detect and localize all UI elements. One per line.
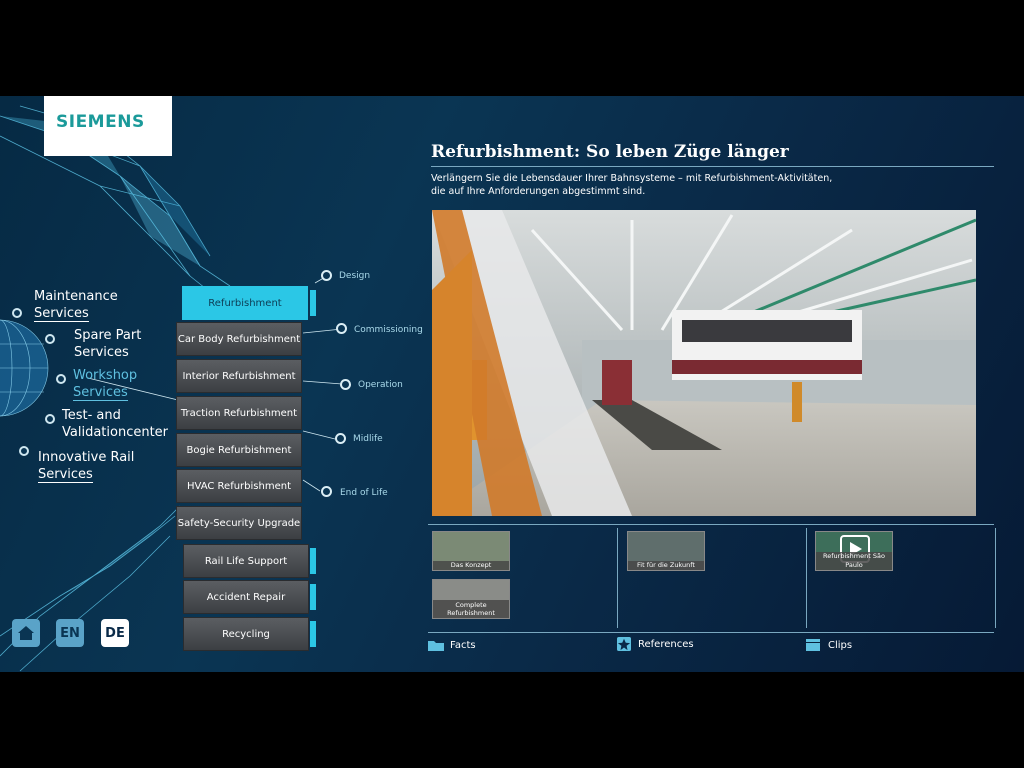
page-title: Refurbishment: So leben Züge länger (431, 142, 789, 162)
tab-clips[interactable]: Clips (806, 639, 852, 651)
service-dot-icon (19, 446, 29, 456)
star-icon (617, 637, 631, 651)
service-dot-icon (45, 414, 55, 424)
service-dot-icon (56, 374, 66, 384)
footer-divider (428, 632, 994, 633)
phase-dot-icon (321, 486, 332, 497)
workshop-photo (432, 210, 976, 516)
menu-recycling[interactable]: Recycling (183, 617, 309, 651)
tab-references[interactable]: References (616, 637, 694, 651)
phase-dot-icon (340, 379, 351, 390)
phase-dot-icon (335, 433, 346, 444)
service-label: Validationcenter (62, 425, 169, 440)
tab-label: Clips (828, 639, 853, 651)
phase-midlife[interactable]: Midlife (353, 434, 383, 444)
home-button[interactable] (12, 619, 40, 647)
service-label: Test- and (62, 408, 121, 423)
service-workshop[interactable]: Workshop Services (73, 367, 137, 401)
folder-icon (428, 641, 444, 651)
language-en-button[interactable]: EN (56, 619, 84, 647)
phase-design[interactable]: Design (339, 271, 370, 281)
service-test-validation[interactable]: Test- and Validationcenter (62, 407, 168, 441)
title-divider (431, 166, 994, 167)
subtitle-line: die auf Ihre Anforderungen abgestimmt si… (431, 186, 646, 197)
menu-hvac-refurbishment[interactable]: HVAC Refurbishment (176, 469, 302, 503)
phase-end-of-life[interactable]: End of Life (340, 488, 388, 498)
service-maintenance[interactable]: Maintenance Services (34, 288, 118, 322)
menu-tab-marker (310, 621, 316, 647)
service-label: Spare Part (74, 328, 142, 343)
phase-dot-icon (321, 270, 332, 281)
service-label: Maintenance (34, 289, 118, 304)
menu-car-body-refurbishment[interactable]: Car Body Refurbishment (176, 322, 302, 356)
menu-traction-refurbishment[interactable]: Traction Refurbishment (176, 396, 302, 430)
tab-label: References (638, 638, 694, 650)
app-stage: SIEMENS Maintenance Services Spare Part … (0, 96, 1024, 672)
thumb-fit-fuer-die-zukunft[interactable]: Fit für die Zukunft (627, 531, 705, 571)
service-label: Innovative Rail (38, 450, 135, 465)
menu-tab-marker (310, 548, 316, 574)
subtitle-line: Verlängern Sie die Lebensdauer Ihrer Bah… (431, 173, 833, 184)
service-spare-part[interactable]: Spare Part Services (74, 327, 141, 361)
menu-bogie-refurbishment[interactable]: Bogie Refurbishment (176, 433, 302, 467)
language-de-button[interactable]: DE (101, 619, 129, 647)
clapper-icon (806, 639, 820, 651)
home-icon (18, 626, 34, 640)
column-divider (995, 528, 996, 628)
thumb-das-konzept[interactable]: Das Konzept (432, 531, 510, 571)
phase-dot-icon (336, 323, 347, 334)
service-label: Services (34, 306, 89, 322)
menu-tab-marker (310, 290, 316, 316)
service-dot-icon (12, 308, 22, 318)
column-divider (806, 528, 807, 628)
phase-commissioning[interactable]: Commissioning (354, 325, 423, 335)
thumb-caption: Das Konzept (433, 561, 509, 570)
tab-label: Facts (450, 639, 476, 651)
siemens-logo: SIEMENS (44, 96, 172, 156)
menu-interior-refurbishment[interactable]: Interior Refurbishment (176, 359, 302, 393)
thumb-caption: Complete Refurbishment (433, 600, 509, 618)
globe-decoration (0, 319, 49, 417)
service-dot-icon (45, 334, 55, 344)
tab-facts[interactable]: Facts (428, 639, 476, 651)
thumb-refurbishment-sao-paulo[interactable]: Refurbishment São Paulo (815, 531, 893, 571)
menu-refurbishment[interactable]: Refurbishment (182, 286, 308, 320)
service-label: Services (38, 467, 93, 483)
thumbs-divider (428, 524, 994, 525)
service-innovative-rail[interactable]: Innovative Rail Services (38, 449, 134, 483)
menu-safety-security-upgrade[interactable]: Safety-Security Upgrade (176, 506, 302, 540)
service-label: Services (73, 385, 128, 401)
page-subtitle: Verlängern Sie die Lebensdauer Ihrer Bah… (431, 172, 901, 198)
thumb-complete-refurbishment[interactable]: Complete Refurbishment (432, 579, 510, 619)
thumb-caption: Refurbishment São Paulo (816, 552, 892, 570)
service-label: Workshop (73, 368, 138, 383)
menu-tab-marker (310, 584, 316, 610)
menu-accident-repair[interactable]: Accident Repair (183, 580, 309, 614)
phase-operation[interactable]: Operation (358, 380, 403, 390)
logo-text: SIEMENS (56, 112, 145, 132)
column-divider (617, 528, 618, 628)
menu-rail-life-support[interactable]: Rail Life Support (183, 544, 309, 578)
service-label: Services (74, 345, 129, 360)
thumb-caption: Fit für die Zukunft (628, 561, 704, 570)
